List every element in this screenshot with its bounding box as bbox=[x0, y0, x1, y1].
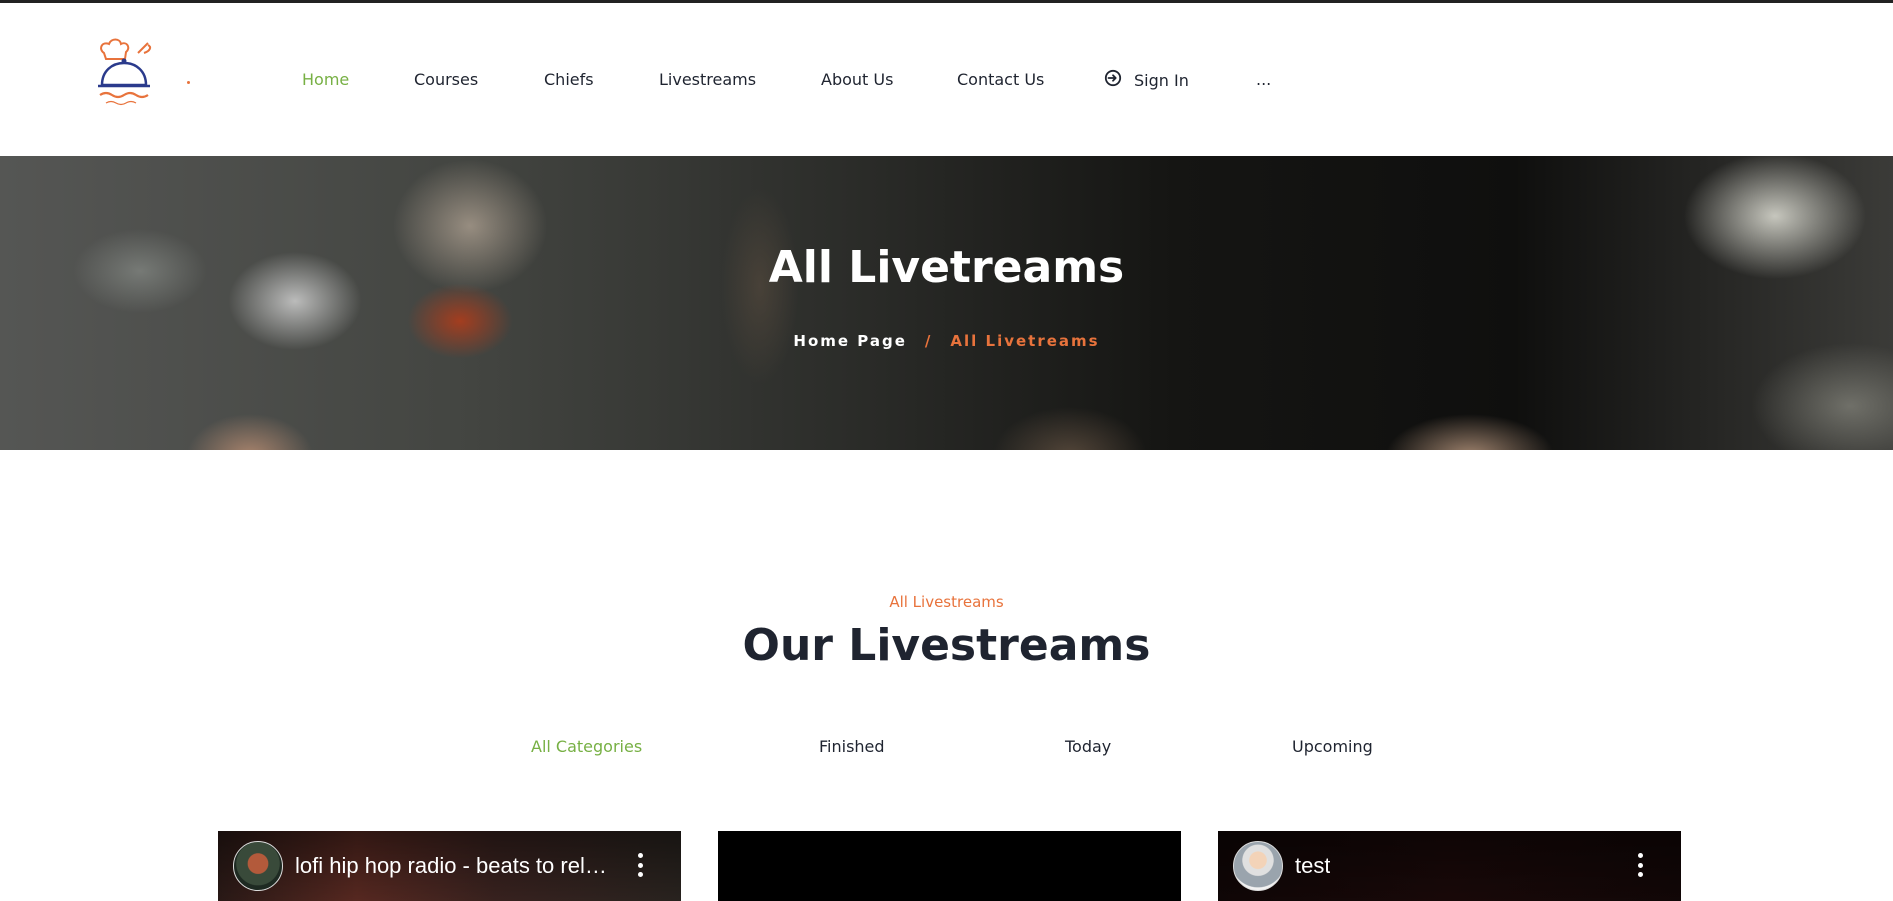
nav-item-livestreams[interactable]: Livestreams bbox=[659, 70, 756, 89]
breadcrumb-current: All Livetreams bbox=[950, 332, 1100, 350]
sign-in-label: Sign In bbox=[1134, 70, 1189, 90]
section-title: Our Livestreams bbox=[742, 620, 1151, 671]
main-nav: Home Courses Chiefs Livestreams About Us… bbox=[0, 3, 1893, 156]
sign-in-icon bbox=[1104, 69, 1122, 91]
tab-all-categories[interactable]: All Categories bbox=[531, 737, 642, 756]
video-title-bar: lofi hip hop radio - beats to relax/stud… bbox=[218, 831, 681, 901]
breadcrumb-separator: / bbox=[924, 332, 933, 350]
hero-title: All Livetreams bbox=[768, 242, 1125, 293]
nav-item-contact-us[interactable]: Contact Us bbox=[957, 70, 1044, 89]
nav-item-chiefs[interactable]: Chiefs bbox=[544, 70, 594, 89]
page-hero-banner: All Livetreams Home Page / All Livetreams bbox=[0, 156, 1893, 450]
nav-item-about-us[interactable]: About Us bbox=[821, 70, 893, 89]
video-title[interactable]: test bbox=[1295, 853, 1330, 879]
channel-avatar[interactable] bbox=[1233, 841, 1283, 891]
video-more-options-icon[interactable] bbox=[1637, 853, 1643, 877]
tab-upcoming[interactable]: Upcoming bbox=[1292, 737, 1373, 756]
tab-today[interactable]: Today bbox=[1065, 737, 1111, 756]
tab-finished[interactable]: Finished bbox=[819, 737, 885, 756]
more-menu-button[interactable]: ... bbox=[1256, 70, 1271, 89]
video-title[interactable]: lofi hip hop radio - beats to relax/stud… bbox=[295, 853, 613, 879]
nav-item-home[interactable]: Home bbox=[302, 70, 349, 89]
breadcrumb-home-link[interactable]: Home Page bbox=[793, 332, 907, 350]
livestream-video-card[interactable]: test bbox=[1218, 831, 1681, 901]
breadcrumb: Home Page / All Livetreams bbox=[0, 332, 1893, 350]
sign-in-link[interactable]: Sign In bbox=[1104, 69, 1189, 91]
channel-avatar[interactable] bbox=[233, 841, 283, 891]
section-subtitle: All Livestreams bbox=[889, 593, 1004, 611]
nav-item-courses[interactable]: Courses bbox=[414, 70, 478, 89]
livestream-video-card[interactable]: lofi hip hop radio - beats to relax/stud… bbox=[218, 831, 681, 901]
video-more-options-icon[interactable] bbox=[637, 853, 643, 877]
video-title-bar: test bbox=[1218, 831, 1681, 901]
site-header: Home Courses Chiefs Livestreams About Us… bbox=[0, 3, 1893, 156]
livestream-video-card[interactable] bbox=[718, 831, 1181, 901]
